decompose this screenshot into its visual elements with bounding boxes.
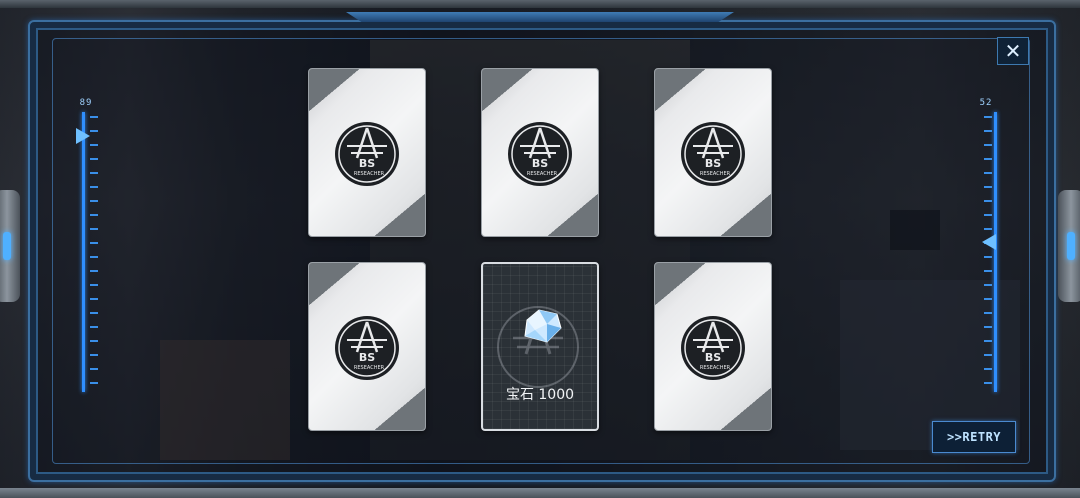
frame-top-edge bbox=[0, 0, 1080, 8]
right-gauge-ticks bbox=[984, 116, 992, 388]
emblem-ring-text: RESEACHER bbox=[354, 365, 385, 371]
frame-top-bar bbox=[346, 12, 734, 22]
emblem-ring-text: RESEACHER bbox=[354, 171, 385, 177]
left-gauge-ticks bbox=[90, 116, 98, 388]
emblem-ring-text: RESEACHER bbox=[700, 365, 731, 371]
left-gauge-pointer-icon bbox=[76, 128, 90, 144]
bs-researcher-emblem-icon: BS RESEACHER bbox=[333, 120, 401, 188]
bs-researcher-emblem-icon: BS RESEACHER bbox=[506, 120, 574, 188]
emblem-ring-text: RESEACHER bbox=[527, 171, 558, 177]
frame-bottom-edge bbox=[0, 488, 1080, 498]
right-gauge-pointer-icon bbox=[982, 234, 996, 250]
right-side-knob bbox=[1058, 190, 1080, 302]
bs-researcher-emblem-icon: BS RESEACHER bbox=[333, 314, 401, 382]
right-gauge-line bbox=[994, 112, 997, 392]
emblem-bs-text: BS bbox=[705, 157, 721, 170]
left-gauge-line bbox=[82, 112, 85, 392]
reward-label: 宝石 1000 bbox=[505, 387, 575, 403]
card-3[interactable]: BS RESEACHER bbox=[654, 68, 772, 237]
left-side-knob bbox=[0, 190, 20, 302]
right-gauge: 52 bbox=[962, 98, 1002, 400]
left-gauge: 89 bbox=[66, 98, 106, 400]
close-button[interactable]: ✕ bbox=[997, 37, 1029, 65]
card-6[interactable]: BS RESEACHER bbox=[654, 262, 772, 431]
bs-researcher-emblem-icon: BS RESEACHER bbox=[679, 120, 747, 188]
emblem-bs-text: BS bbox=[359, 351, 375, 364]
left-gauge-label: 89 bbox=[79, 98, 93, 108]
retry-button[interactable]: >>RETRY bbox=[932, 421, 1016, 453]
emblem-ring-text: RESEACHER bbox=[700, 171, 731, 177]
card-4[interactable]: BS RESEACHER bbox=[308, 262, 426, 431]
right-gauge-label: 52 bbox=[979, 98, 993, 108]
card-2[interactable]: BS RESEACHER bbox=[481, 68, 599, 237]
bs-researcher-emblem-icon: BS RESEACHER bbox=[679, 314, 747, 382]
emblem-bs-text: BS bbox=[359, 157, 375, 170]
gem-icon bbox=[517, 306, 565, 346]
emblem-bs-text: BS bbox=[532, 157, 548, 170]
card-1[interactable]: BS RESEACHER bbox=[308, 68, 426, 237]
card-5-revealed[interactable]: 宝石 1000 bbox=[481, 262, 599, 431]
emblem-bs-text: BS bbox=[705, 351, 721, 364]
